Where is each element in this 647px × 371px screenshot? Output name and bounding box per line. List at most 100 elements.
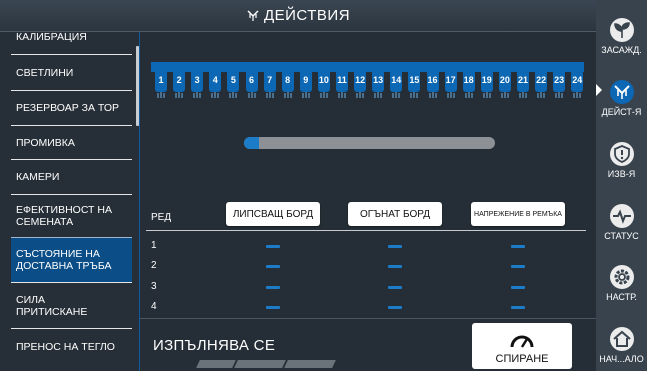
row-fork-icon <box>410 92 418 98</box>
row-unit: 4 <box>209 72 222 92</box>
nav-item[interactable]: НАЧ...АЛО <box>596 327 647 364</box>
menu-item-label: РЕЗЕРВОАР ЗА ТОР <box>16 102 120 114</box>
row-unit: 24 <box>571 72 584 92</box>
row-unit: 16 <box>426 72 439 92</box>
menu-item[interactable]: СВЕТЛИНИ <box>11 54 132 90</box>
row-fork-icon <box>284 92 292 98</box>
menu-item-label: КАМЕРИ <box>16 171 60 183</box>
menu-item[interactable]: КАЛИБРАЦИЯ <box>11 32 132 54</box>
column-belt-tension: НАПРЕЖЕНИЕ В РЕМЪКА <box>471 202 565 226</box>
title-bar: ДЕЙСТВИЯ <box>0 0 596 32</box>
row-unit: 5 <box>227 72 240 92</box>
menu-item[interactable]: КАМЕРИ <box>11 159 132 194</box>
menu-item[interactable]: РЕЗЕРВОАР ЗА ТОР <box>11 90 132 125</box>
table-cell-empty <box>266 306 280 309</box>
row-unit: 6 <box>245 72 258 92</box>
row-fork-icon <box>573 92 581 98</box>
menu-item[interactable]: ПРЕНОС НА ТЕГЛО <box>11 328 132 364</box>
table-cell-empty <box>388 245 402 248</box>
row-header: РЕД <box>151 212 172 223</box>
nav-item-label: ДЕЙСТ-Я <box>601 107 642 117</box>
row-fork-icon <box>248 92 255 98</box>
row-fork-icon <box>447 92 455 98</box>
table-row-label: 1 <box>151 240 157 251</box>
menu-item[interactable]: ЕФЕКТИВНОСТ НА СЕМЕНАТА <box>11 194 132 237</box>
row-fork-icon <box>483 92 491 98</box>
row-fork-icon <box>555 92 563 98</box>
menu-item-label: СИЛА ПРИТИСКАНЕ <box>16 293 88 318</box>
right-nav: ЗАСАЖД. ДЕЙСТ-Я ИЗВ-Я СТАТУС НАСТР. НАЧ...АЛО <box>596 0 647 371</box>
nav-item-label: ЗАСАЖД. <box>601 45 642 55</box>
table-cell-empty <box>266 286 280 289</box>
status-text: ИЗПЪЛНЯВА СЕ <box>153 337 276 354</box>
table-cell-empty <box>511 265 525 268</box>
table-row-label: 3 <box>151 281 157 292</box>
menu-item-label: КАЛИБРАЦИЯ <box>16 32 87 43</box>
row-fork-icon <box>374 92 382 98</box>
row-fork-icon <box>501 92 509 98</box>
table-divider <box>146 230 586 231</box>
stop-button-label: СПИРАНЕ <box>495 353 549 365</box>
menu-item[interactable]: СИЛА ПРИТИСКАНЕ <box>11 282 132 328</box>
menu-item-label: ЕФЕКТИВНОСТ НА СЕМЕНАТА <box>16 204 112 228</box>
page-title: ДЕЙСТВИЯ <box>263 7 351 24</box>
stop-button[interactable]: СПИРАНЕ <box>472 323 572 369</box>
planter-icon <box>609 80 634 104</box>
row-unit: 1 <box>155 72 167 92</box>
nav-item-label: НАСТР. <box>606 292 637 302</box>
home-icon <box>609 327 634 351</box>
row-fork-icon <box>302 92 310 98</box>
menu-item-label: ПРОМИВКА <box>16 136 75 149</box>
row-unit: 11 <box>336 72 348 92</box>
column-label: ОГЪНАТ БОРД <box>359 208 431 220</box>
table-cell-empty <box>388 306 402 309</box>
row-fork-icon <box>519 92 527 98</box>
planter-icon <box>247 9 259 21</box>
table-cell-empty <box>388 286 402 289</box>
status-divider <box>140 318 596 319</box>
table-row-label: 4 <box>151 301 157 312</box>
row-fork-icon <box>175 92 183 98</box>
table-cell-empty <box>511 245 525 248</box>
table-cell-empty <box>511 306 525 309</box>
row-unit: 10 <box>317 72 330 92</box>
menu-item-label: СВЕТЛИНИ <box>16 66 74 79</box>
nav-item[interactable]: ИЗВ-Я <box>596 142 647 179</box>
row-unit: 18 <box>462 72 475 92</box>
status-segment <box>196 360 236 368</box>
table-cell-empty <box>266 245 280 248</box>
progress-fill <box>244 137 260 149</box>
row-fork-icon <box>266 92 274 98</box>
menu-item-label: ПРЕНОС НА ТЕГЛО <box>16 340 115 353</box>
table-cell-empty <box>511 286 525 289</box>
nav-item[interactable]: ЗАСАЖД. <box>596 18 647 55</box>
pulse-icon <box>609 204 634 228</box>
row-fork-icon <box>157 92 165 98</box>
nav-item[interactable]: ДЕЙСТ-Я <box>596 80 647 117</box>
nav-item[interactable]: СТАТУС <box>596 204 647 241</box>
warning-shield-icon <box>609 142 634 166</box>
status-segment <box>234 360 286 368</box>
menu-item[interactable]: СЪСТОЯНИЕ НА ДОСТАВНА ТРЪБА <box>11 237 132 282</box>
nav-item-label: НАЧ...АЛО <box>599 354 644 364</box>
row-fork-icon <box>465 92 473 98</box>
active-nav-pointer <box>596 84 602 96</box>
main-panel: 1 2 3 4 5 6 7 8 9 10 11 12 13 14 15 16 17 18 19 20 21 22 23 24 … <box>140 32 596 371</box>
row-unit: 9 <box>299 72 312 92</box>
nav-item-label: СТАТУС <box>604 231 639 241</box>
toolbar-frame <box>151 62 584 72</box>
column-missing-flight: ЛИПСВАЩ БОРД <box>226 202 320 226</box>
row-unit: 8 <box>281 72 294 92</box>
menu-item[interactable]: ПРОМИВКА <box>11 125 132 159</box>
row-units: 1 2 3 4 5 6 7 8 9 10 11 12 13 14 15 16 17 18 19 20 21 22 23 24 <box>151 72 584 100</box>
nav-item[interactable]: НАСТР. <box>596 265 647 302</box>
table-cell-empty <box>388 265 402 268</box>
progress-bar <box>244 137 495 149</box>
row-fork-icon <box>229 92 237 98</box>
row-fork-icon <box>392 92 400 98</box>
row-fork-icon <box>537 92 545 98</box>
menu-item-label: СЪСТОЯНИЕ НА ДОСТАВНА ТРЪБА <box>16 248 112 272</box>
column-label: ЛИПСВАЩ БОРД <box>232 208 314 220</box>
row-fork-icon <box>320 92 328 98</box>
row-unit: 12 <box>354 72 367 92</box>
